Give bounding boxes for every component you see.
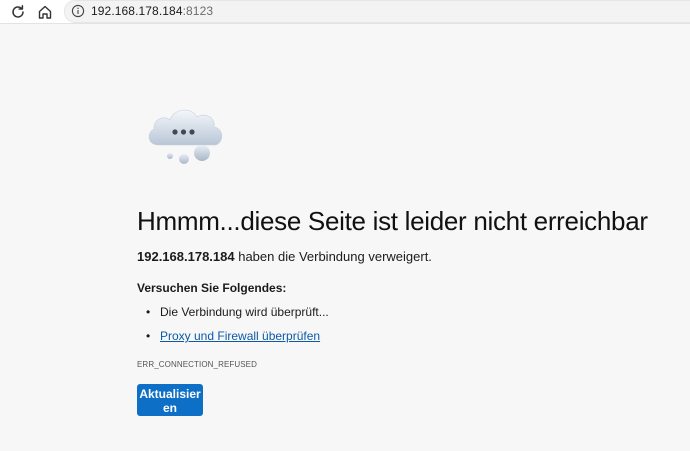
address-text: 192.168.178.184:8123 — [91, 4, 213, 18]
browser-toolbar: 192.168.178.184:8123 — [0, 0, 690, 24]
refused-host: 192.168.178.184 — [137, 249, 235, 264]
suggestion-check-connection: Die Verbindung wird überprüft... — [160, 305, 329, 319]
reload-button[interactable]: Aktualisieren — [137, 384, 203, 416]
address-port: :8123 — [182, 4, 214, 18]
error-code: ERR_CONNECTION_REFUSED — [137, 360, 257, 369]
suggestion-list: • Die Verbindung wird überprüft... • Pro… — [137, 303, 329, 351]
suggestion-item: • Proxy und Firewall überprüfen — [137, 327, 329, 351]
cloud-icon — [148, 109, 223, 164]
suggestion-item: • Die Verbindung wird überprüft... — [137, 303, 329, 327]
refused-message: 192.168.178.184 haben die Verbindung ver… — [137, 249, 432, 264]
refresh-icon[interactable] — [8, 2, 28, 22]
refused-text: haben die Verbindung verweigert. — [234, 249, 432, 264]
address-host: 192.168.178.184 — [91, 4, 183, 18]
info-icon[interactable] — [71, 4, 85, 18]
page-title: Hmmm...diese Seite ist leider nicht erre… — [137, 206, 648, 236]
bullet: • — [146, 329, 151, 343]
home-icon[interactable] — [35, 2, 55, 22]
address-bar[interactable]: 192.168.178.184:8123 — [64, 0, 690, 23]
try-heading: Versuchen Sie Folgendes: — [137, 281, 287, 295]
proxy-firewall-link[interactable]: Proxy und Firewall überprüfen — [160, 329, 320, 343]
bullet: • — [146, 305, 151, 319]
